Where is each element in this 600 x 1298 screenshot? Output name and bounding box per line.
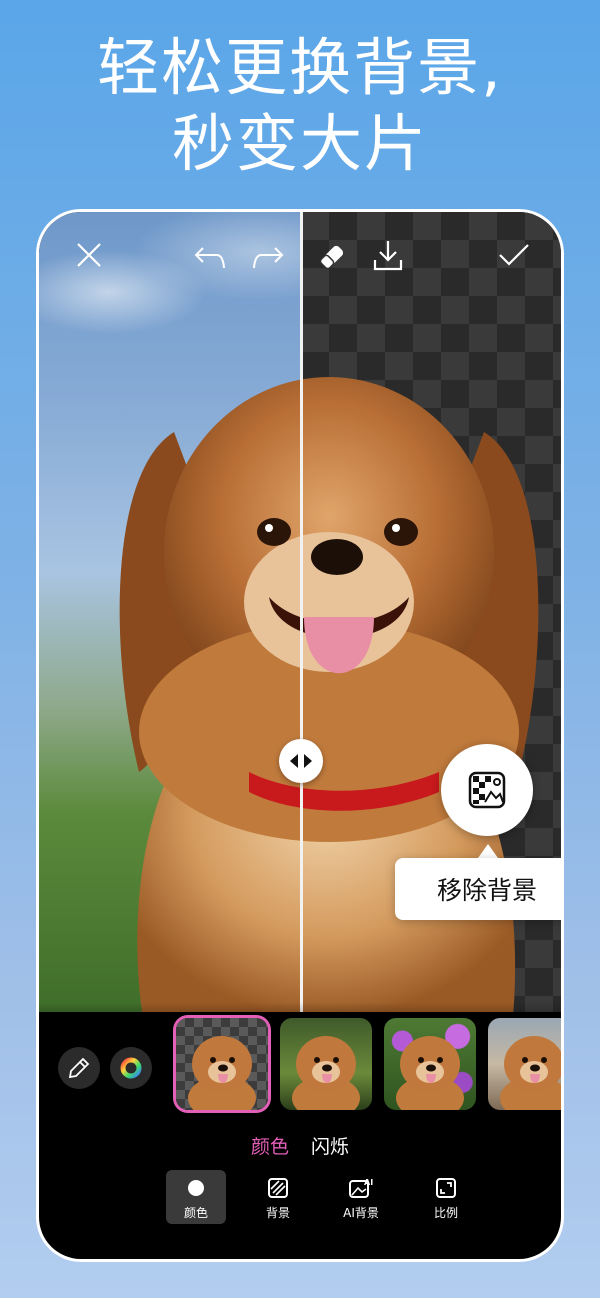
thumbnail-transparent[interactable] xyxy=(176,1018,268,1110)
tool-background[interactable]: 背景 xyxy=(248,1170,308,1224)
circle-icon xyxy=(186,1176,206,1200)
download-icon[interactable] xyxy=(371,238,405,272)
tool-color-label: 颜色 xyxy=(183,1206,208,1220)
tab-color[interactable]: 颜色 xyxy=(251,1136,289,1158)
dog-thumbnail xyxy=(292,1036,360,1110)
tool-ai-background-label: AI背景 xyxy=(343,1206,379,1220)
dog-thumbnail xyxy=(396,1036,464,1110)
eraser-icon[interactable] xyxy=(315,240,349,274)
remove-background-button[interactable] xyxy=(441,744,533,836)
tool-background-label: 背景 xyxy=(265,1206,290,1220)
dog-thumbnail xyxy=(500,1036,561,1110)
tab-flash[interactable]: 闪烁 xyxy=(311,1136,349,1158)
dog-thumbnail xyxy=(188,1036,256,1110)
color-wheel-icon xyxy=(120,1057,142,1079)
phone-frame: 移除背景 颜色 闪烁 颜色 背景 AI AI背景 比例 xyxy=(39,212,561,1259)
thumbnail-forest[interactable] xyxy=(280,1018,372,1110)
tooltip-arrow xyxy=(478,844,498,858)
close-icon[interactable] xyxy=(72,238,106,272)
headline-line-1: 轻松更换背景, xyxy=(97,31,503,104)
headline: 轻松更换背景, 秒变大片 xyxy=(0,30,600,182)
thumbnail-city[interactable] xyxy=(488,1018,561,1110)
check-icon[interactable] xyxy=(497,238,531,272)
photo-canvas[interactable]: 移除背景 xyxy=(39,212,561,1012)
color-wheel-button[interactable] xyxy=(110,1047,152,1089)
aspect-ratio-icon xyxy=(435,1176,457,1200)
redo-icon[interactable] xyxy=(251,240,285,274)
tool-aspect-ratio-label: 比例 xyxy=(433,1206,458,1220)
remove-background-icon xyxy=(468,771,506,809)
thumbnail-flowers[interactable] xyxy=(384,1018,476,1110)
eyedropper-button[interactable] xyxy=(58,1047,100,1089)
compare-divider[interactable] xyxy=(300,212,303,1012)
tool-ai-background[interactable]: AI AI背景 xyxy=(326,1170,396,1224)
headline-line-2: 秒变大片 xyxy=(171,107,428,180)
pattern-icon xyxy=(267,1176,289,1200)
tool-aspect-ratio[interactable]: 比例 xyxy=(416,1170,476,1224)
undo-icon[interactable] xyxy=(193,240,227,274)
svg-text:AI: AI xyxy=(364,1178,373,1187)
ai-image-icon: AI xyxy=(348,1176,374,1200)
eyedropper-icon xyxy=(68,1057,90,1079)
remove-background-tooltip: 移除背景 xyxy=(395,858,561,920)
sub-tabs: 颜色 闪烁 xyxy=(39,1132,561,1159)
split-arrows-icon xyxy=(290,754,312,768)
compare-handle[interactable] xyxy=(279,739,323,783)
tool-color[interactable]: 颜色 xyxy=(166,1170,226,1224)
